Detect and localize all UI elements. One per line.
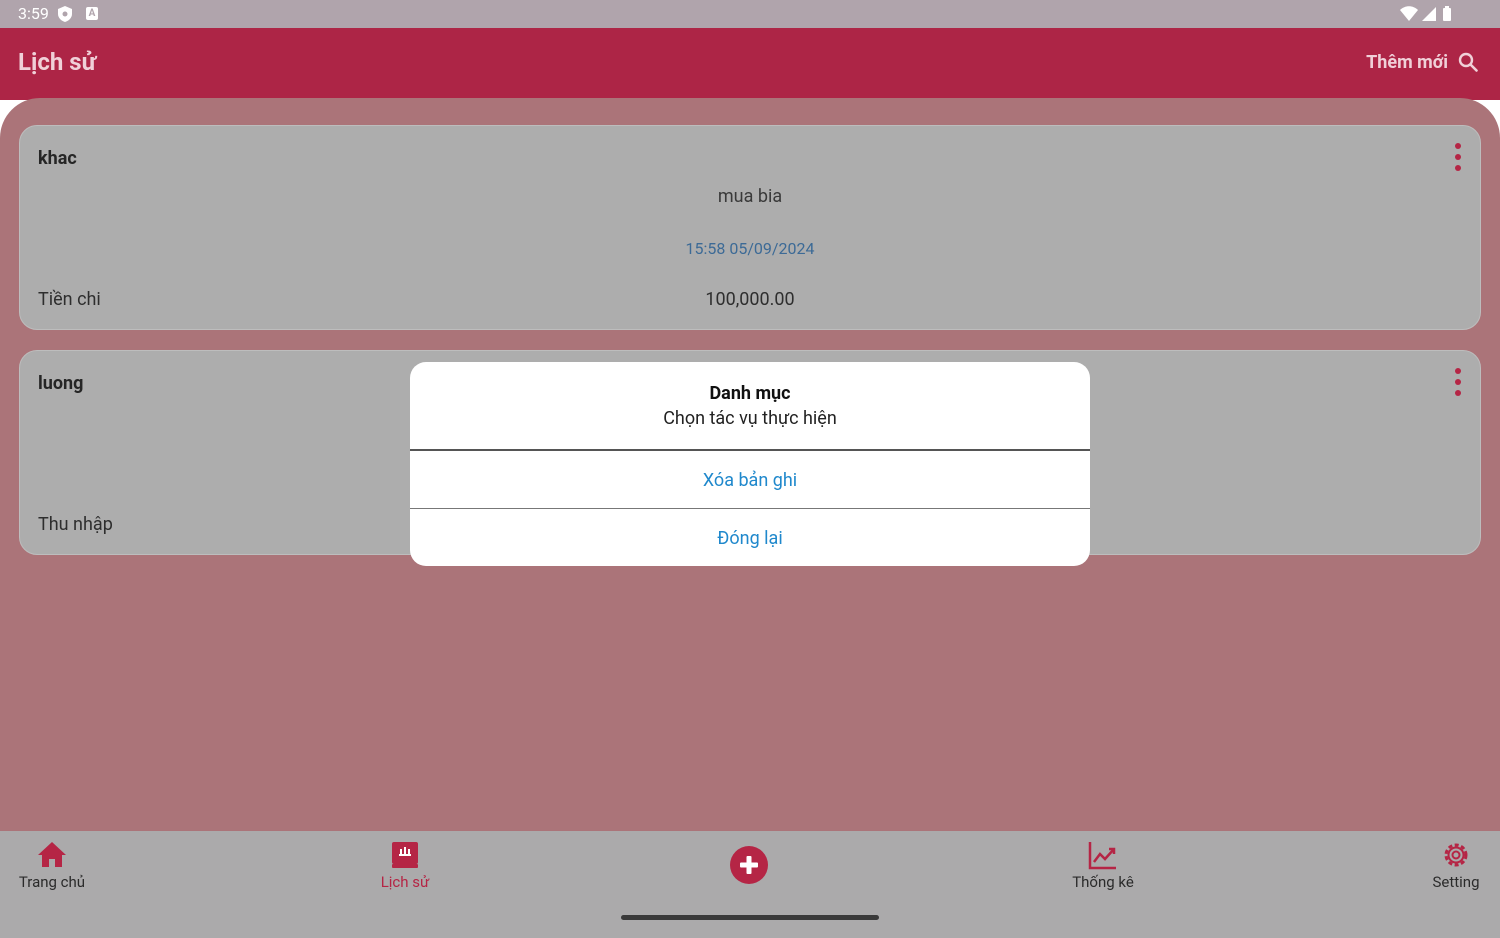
signal-icon	[1422, 7, 1436, 21]
status-bar: 3:59 A	[0, 0, 1500, 28]
app-bar: Lịch sử Thêm mới	[0, 28, 1500, 100]
wifi-icon	[1400, 6, 1418, 21]
status-indicators	[1400, 6, 1451, 21]
record-note: mua bia	[717, 186, 783, 207]
nav-item-settings[interactable]: Setting	[1401, 839, 1500, 891]
nav-label: Lịch sử	[380, 873, 430, 891]
dialog-message: Chọn tác vụ thực hiện	[663, 408, 837, 429]
nav-item-home[interactable]: Trang chủ	[0, 839, 107, 891]
bottom-nav: Trang chủ Lịch sử Thống kê Setting	[0, 831, 1500, 938]
record-datetime: 15:58 05/09/2024	[685, 239, 815, 258]
nav-label: Trang chủ	[18, 873, 86, 891]
home-icon	[38, 842, 66, 867]
gear-icon	[1444, 843, 1468, 867]
a-icon: A	[86, 7, 98, 20]
close-dialog-button[interactable]: Đóng lại	[410, 510, 1090, 566]
battery-icon	[1443, 6, 1451, 21]
record-category: luong	[38, 373, 84, 394]
page-title: Lịch sử	[18, 48, 97, 76]
record-type: Thu nhập	[38, 514, 113, 535]
nav-label: Thống kê	[1072, 873, 1134, 891]
nav-label: Setting	[1432, 873, 1480, 891]
status-time: 3:59	[18, 4, 49, 23]
add-circle-icon[interactable]	[729, 845, 769, 885]
record-card[interactable]: khac mua bia 15:58 05/09/2024 Tiền chi 1…	[19, 125, 1481, 330]
dialog-title: Danh mục	[709, 383, 791, 404]
nav-item-stats[interactable]: Thống kê	[1048, 839, 1158, 891]
add-new-button[interactable]: Thêm mới	[1366, 52, 1448, 73]
shield-icon	[58, 6, 72, 22]
search-icon[interactable]	[1458, 52, 1478, 72]
dialog-header: Danh mục Chọn tác vụ thực hiện	[410, 362, 1090, 451]
record-amount: 100,000.00	[705, 289, 795, 310]
chart-icon	[1088, 842, 1116, 870]
delete-record-button[interactable]: Xóa bản ghi	[410, 452, 1090, 509]
more-vertical-icon[interactable]	[1452, 142, 1464, 172]
history-icon	[392, 842, 418, 868]
record-category: khac	[38, 148, 77, 169]
more-vertical-icon[interactable]	[1452, 367, 1464, 397]
nav-item-history[interactable]: Lịch sử	[350, 839, 460, 891]
home-indicator[interactable]	[621, 915, 879, 920]
action-dialog: Danh mục Chọn tác vụ thực hiện Xóa bản g…	[410, 362, 1090, 566]
